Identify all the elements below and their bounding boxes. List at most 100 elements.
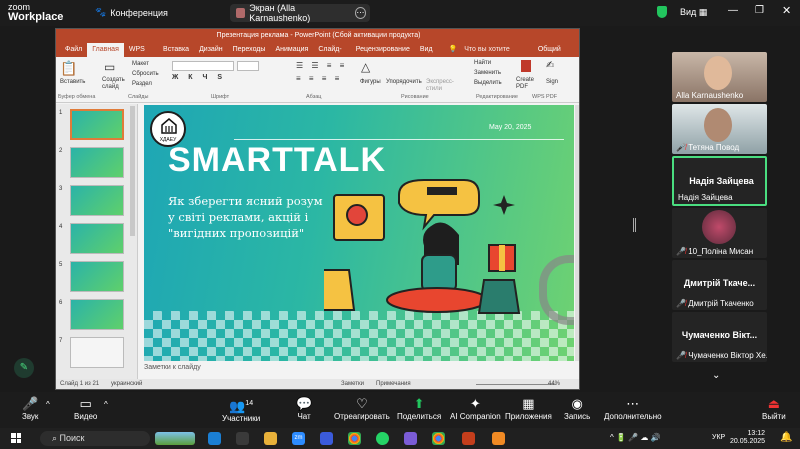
replace-button[interactable]: Заменить [474,70,501,76]
settings-icon[interactable] [320,432,333,445]
annotate-pencil-icon[interactable]: ✎ [14,358,34,378]
chat-button[interactable]: 💬 Чат [296,396,312,421]
participants-count: 14 [245,400,254,407]
app-icon[interactable] [492,432,505,445]
leave-button[interactable]: ⏏ Выйти [762,396,786,421]
tab-animation[interactable]: Анимация [270,43,313,57]
font-family-select[interactable] [172,61,234,71]
font-style-buttons[interactable]: Ж К Ч S [172,74,226,81]
tab-design[interactable]: Дизайн [194,43,228,57]
tab-home[interactable]: Главная [87,43,124,57]
paragraph-buttons[interactable]: ☰ ☰ ≡ ≡ [296,61,347,70]
reset-button[interactable]: Сбросить [132,71,159,77]
powerpoint-icon[interactable] [462,432,475,445]
arrange-button[interactable]: Упорядочить [386,79,422,85]
tab-transitions[interactable]: Переходы [228,43,271,57]
zoom-slider[interactable] [476,384,556,385]
tab-slideshow[interactable]: Слайд-шоу [313,43,350,67]
slide-thumbnail[interactable] [70,299,124,330]
participant-tile[interactable]: 🎤̸ Тетяна Повод [672,104,767,154]
tab-file[interactable]: Файл [60,43,87,57]
sharer-avatar [236,8,246,18]
group-clipboard: Буфер обмена [58,94,96,100]
apps-button[interactable]: ▦ Приложения [505,396,552,421]
app-icon[interactable] [236,432,249,445]
slide-thumbnail[interactable] [70,147,124,178]
create-pdf-button[interactable]: Create PDF [516,77,538,91]
mic-muted-icon: 🎤̸ [676,351,686,360]
slide-thumbnail[interactable] [70,109,124,140]
keyboard-language[interactable]: УКР [712,434,725,441]
view-button[interactable]: Вид ▦ [680,7,707,18]
slide-thumbnail[interactable] [70,261,124,292]
chrome-icon[interactable] [348,432,361,445]
maximize-icon[interactable]: ❐ [755,5,764,16]
video-options-chevron-icon[interactable]: ^ [104,400,108,409]
zoom-app-icon[interactable]: zm [292,432,305,445]
more-options-icon[interactable]: ⋯ [354,7,366,19]
participant-tile[interactable]: 🎤̸ 10_Поліна Мисан [672,208,767,258]
slide-thumbnail[interactable] [70,185,124,216]
participants-button[interactable]: 👥14 Участники [222,396,260,423]
system-tray-icons[interactable]: ^ 🔋 🎤 ☁ 🔊 [610,433,661,442]
react-button[interactable]: ♡ Отреагировать [334,396,390,421]
align-buttons[interactable]: ≡ ≡ ≡ ≡ [296,74,342,83]
taskbar-search[interactable]: ⌕ Поиск [40,431,150,446]
participant-tile[interactable]: Alla Karnaushenko [672,52,767,102]
section-button[interactable]: Раздел [132,81,152,87]
participant-tile-active-speaker[interactable]: Надія Зайцева Надія Зайцева [672,156,767,206]
ai-companion-button[interactable]: ✦ AI Companion [450,396,501,421]
people-icon: 👥14 [229,398,254,414]
audio-button[interactable]: 🎤 Звук [22,396,38,421]
font-size-select[interactable] [237,61,259,71]
layout-button[interactable]: Макет [132,61,149,67]
find-button[interactable]: Найти [474,60,491,66]
paste-button[interactable]: Вставить [60,79,85,85]
panel-resize-handle[interactable] [633,218,636,232]
share-button[interactable]: Общий доступ [528,43,579,67]
windows-taskbar: ⌕ Поиск zm ^ 🔋 🎤 ☁ 🔊 УКР 13:12 20.05.202… [0,428,800,449]
viber-icon[interactable] [404,432,417,445]
slide-canvas[interactable]: ХДАЕУ May 20, 2025 SMARTTALK Як зберегти… [144,105,574,361]
tab-view[interactable]: Вид [415,43,438,57]
windows-start-icon[interactable] [11,433,21,443]
scroll-down-chevron-icon[interactable]: ⌄ [712,370,720,381]
chrome-icon[interactable] [432,432,445,445]
conference-menu[interactable]: 🐾 Конференция [95,7,168,18]
participant-tile[interactable]: Чумаченко Вікт... 🎤̸ Чумаченко Віктор Хе… [672,312,767,362]
slide-thumbnail[interactable] [70,337,124,368]
select-button[interactable]: Выделить [474,80,502,86]
share-screen-button[interactable]: ⬆ Поделиться [397,396,441,421]
thumbnails-scrollbar[interactable] [130,106,135,236]
tab-review[interactable]: Рецензирование [351,43,415,57]
video-button[interactable]: ▭ Видео [74,396,97,421]
edge-icon[interactable] [208,432,221,445]
widget-landscape-icon[interactable] [155,432,195,445]
participants-panel: Alla Karnaushenko 🎤̸ Тетяна Повод Надія … [672,52,767,381]
close-icon[interactable]: ✕ [782,4,791,17]
notifications-bell-icon[interactable]: 🔔 [780,432,792,443]
taskbar-clock[interactable]: 13:12 20.05.2025 [730,430,765,446]
screen-share-pill[interactable]: Экран (Alla Karnaushenko) ⋯ [230,3,370,23]
ppt-title-bar: Презентация реклама - PowerPoint (Сбой а… [56,29,579,43]
whatsapp-icon[interactable] [376,432,389,445]
notes-area[interactable]: Заметки к слайду [144,364,574,376]
record-button[interactable]: ◉ Запись [564,396,590,421]
shield-icon[interactable] [657,6,667,18]
notes-button[interactable]: Заметки [341,381,364,387]
more-button[interactable]: ⋯ Дополнительно [604,396,662,421]
tab-wps-pdf[interactable]: WPS PDF [124,43,158,67]
comments-button[interactable]: Примечания [376,381,411,387]
audio-options-chevron-icon[interactable]: ^ [46,400,50,409]
file-explorer-icon[interactable] [264,432,277,445]
participant-tile[interactable]: Дмитрій Ткаче... 🎤̸ Дмитрій Ткаченко [672,260,767,310]
create-slide-button[interactable]: Создать слайд [102,77,128,91]
express-styles-button[interactable]: Экспресс-стили [426,79,456,93]
minimize-icon[interactable]: — [728,5,738,16]
slide-scrollbar[interactable] [575,105,579,361]
slide-thumbnail[interactable] [70,223,124,254]
sign-button[interactable]: Sign [546,79,558,85]
shapes-button[interactable]: Фигуры [360,79,381,85]
tab-insert[interactable]: Вставка [158,43,194,57]
tell-me-search[interactable]: 💡 Что вы хотите сделать? [444,43,528,67]
